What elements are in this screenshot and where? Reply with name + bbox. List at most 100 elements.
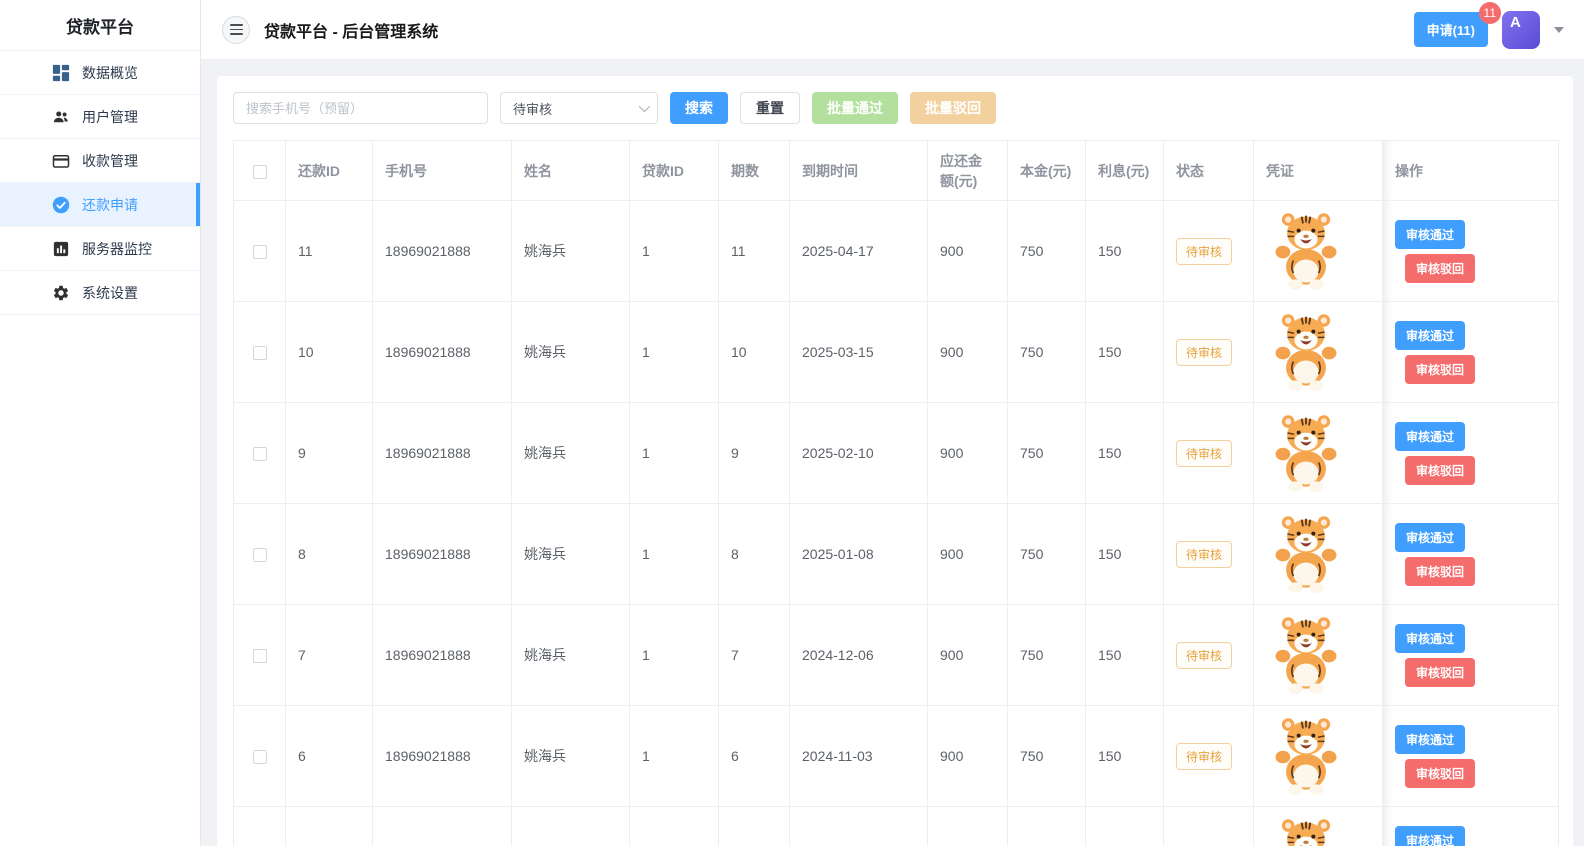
column-header: 状态 xyxy=(1164,141,1254,201)
status-badge: 待审核 xyxy=(1176,743,1232,770)
sidebar-item-system-settings[interactable]: 系统设置 xyxy=(0,271,200,315)
sidebar-item-repayment-application[interactable]: 还款申请 xyxy=(0,183,200,227)
row-select-cell xyxy=(234,201,286,302)
status-badge: 待审核 xyxy=(1176,642,1232,669)
approve-button[interactable]: 审核通过 xyxy=(1395,422,1465,451)
approve-button[interactable]: 审核通过 xyxy=(1395,220,1465,249)
cell-voucher xyxy=(1254,605,1383,706)
reject-button[interactable]: 审核驳回 xyxy=(1405,254,1475,283)
chevron-down-icon[interactable] xyxy=(1554,27,1564,33)
cell-principal: 750 xyxy=(1008,706,1086,807)
cell-loan-id: 1 xyxy=(630,201,719,302)
sidebar-nav: 数据概览 用户管理 收款管理 还款申请 服务器监控 xyxy=(0,51,200,315)
row-checkbox[interactable] xyxy=(253,245,267,259)
table-row: 11 18969021888 姚海兵 1 11 2025-04-17 900 7… xyxy=(234,201,1559,302)
cell-interest: 150 xyxy=(1086,403,1164,504)
reject-button[interactable]: 审核驳回 xyxy=(1405,355,1475,384)
search-button[interactable]: 搜索 xyxy=(670,92,728,124)
status-filter-select[interactable]: 待审核 xyxy=(500,92,658,124)
reject-button[interactable]: 审核驳回 xyxy=(1405,759,1475,788)
sidebar-item-server-monitoring[interactable]: 服务器监控 xyxy=(0,227,200,271)
table-row: 7 18969021888 姚海兵 1 7 2024-12-06 900 750… xyxy=(234,605,1559,706)
status-badge: 待审核 xyxy=(1176,339,1232,366)
voucher-tiger-image[interactable] xyxy=(1266,410,1346,494)
voucher-tiger-image[interactable] xyxy=(1266,309,1346,393)
reject-button[interactable]: 审核驳回 xyxy=(1405,658,1475,687)
cell-period: 11 xyxy=(719,201,790,302)
cell-name: 姚海兵 xyxy=(512,201,630,302)
sidebar-item-user-management[interactable]: 用户管理 xyxy=(0,95,200,139)
voucher-tiger-image[interactable] xyxy=(1266,612,1346,696)
page-title: 贷款平台 - 后台管理系统 xyxy=(264,18,438,42)
cell-name: 姚海兵 xyxy=(512,302,630,403)
cell-actions: 审核通过 审核驳回 xyxy=(1383,706,1559,807)
column-header: 应还金额(元) xyxy=(928,141,1008,201)
cell-voucher xyxy=(1254,807,1383,846)
sidebar-item-data-overview[interactable]: 数据概览 xyxy=(0,51,200,95)
row-select-cell xyxy=(234,302,286,403)
voucher-tiger-image[interactable] xyxy=(1266,713,1346,797)
row-checkbox[interactable] xyxy=(253,548,267,562)
apply-button[interactable]: 申请(11) xyxy=(1414,12,1488,47)
cell-phone xyxy=(373,807,512,846)
row-checkbox[interactable] xyxy=(253,750,267,764)
column-header: 期数 xyxy=(719,141,790,201)
sidebar-item-label: 数据概览 xyxy=(82,63,138,83)
app-logo-title: 贷款平台 xyxy=(0,0,200,51)
hamburger-menu-icon[interactable] xyxy=(222,16,250,44)
approve-button[interactable]: 审核通过 xyxy=(1395,523,1465,552)
row-select-cell xyxy=(234,605,286,706)
table-row: 9 18969021888 姚海兵 1 9 2025-02-10 900 750… xyxy=(234,403,1559,504)
cell-due-date: 2024-12-06 xyxy=(790,605,928,706)
avatar[interactable]: A xyxy=(1502,11,1540,49)
voucher-tiger-image[interactable] xyxy=(1266,208,1346,292)
content-area: 待审核 搜索 重置 批量通过 批量驳回 xyxy=(201,60,1584,846)
row-checkbox[interactable] xyxy=(253,649,267,663)
voucher-tiger-image[interactable] xyxy=(1266,814,1346,846)
row-select-cell xyxy=(234,504,286,605)
cell-status: 待审核 xyxy=(1164,403,1254,504)
cell-due-date: 2025-03-15 xyxy=(790,302,928,403)
reset-button[interactable]: 重置 xyxy=(740,92,800,124)
cell-amount: 900 xyxy=(928,302,1008,403)
search-input[interactable] xyxy=(233,92,488,124)
cell-phone: 18969021888 xyxy=(373,403,512,504)
cell-period: 10 xyxy=(719,302,790,403)
row-checkbox[interactable] xyxy=(253,346,267,360)
cell-name: 姚海兵 xyxy=(512,403,630,504)
column-header: 利息(元) xyxy=(1086,141,1164,201)
sidebar-item-label: 还款申请 xyxy=(82,195,138,215)
cell-loan-id: 1 xyxy=(630,706,719,807)
row-select-cell xyxy=(234,403,286,504)
column-header: 贷款ID xyxy=(630,141,719,201)
bank-card-icon xyxy=(52,152,70,170)
voucher-tiger-image[interactable] xyxy=(1266,511,1346,595)
cell-amount: 900 xyxy=(928,201,1008,302)
dashboard-grid-icon xyxy=(52,64,70,82)
table-row: 6 18969021888 姚海兵 1 6 2024-11-03 900 750… xyxy=(234,706,1559,807)
approve-button[interactable]: 审核通过 xyxy=(1395,826,1465,846)
gear-icon xyxy=(52,284,70,302)
row-checkbox[interactable] xyxy=(253,447,267,461)
batch-reject-button[interactable]: 批量驳回 xyxy=(910,92,996,124)
approve-button[interactable]: 审核通过 xyxy=(1395,321,1465,350)
cell-repay-id: 11 xyxy=(286,201,373,302)
cell-repay-id: 10 xyxy=(286,302,373,403)
users-icon xyxy=(52,108,70,126)
sidebar-item-collection-management[interactable]: 收款管理 xyxy=(0,139,200,183)
cell-phone: 18969021888 xyxy=(373,605,512,706)
approve-button[interactable]: 审核通过 xyxy=(1395,725,1465,754)
sidebar-item-label: 收款管理 xyxy=(82,151,138,171)
reject-button[interactable]: 审核驳回 xyxy=(1405,557,1475,586)
approve-button[interactable]: 审核通过 xyxy=(1395,624,1465,653)
cell-repay-id: 7 xyxy=(286,605,373,706)
cell-voucher xyxy=(1254,706,1383,807)
sidebar-item-label: 系统设置 xyxy=(82,283,138,303)
column-header: 手机号 xyxy=(373,141,512,201)
cell-voucher xyxy=(1254,403,1383,504)
select-all-checkbox[interactable] xyxy=(253,165,267,179)
cell-voucher xyxy=(1254,504,1383,605)
reject-button[interactable]: 审核驳回 xyxy=(1405,456,1475,485)
cell-status: 待审核 xyxy=(1164,706,1254,807)
batch-approve-button[interactable]: 批量通过 xyxy=(812,92,898,124)
